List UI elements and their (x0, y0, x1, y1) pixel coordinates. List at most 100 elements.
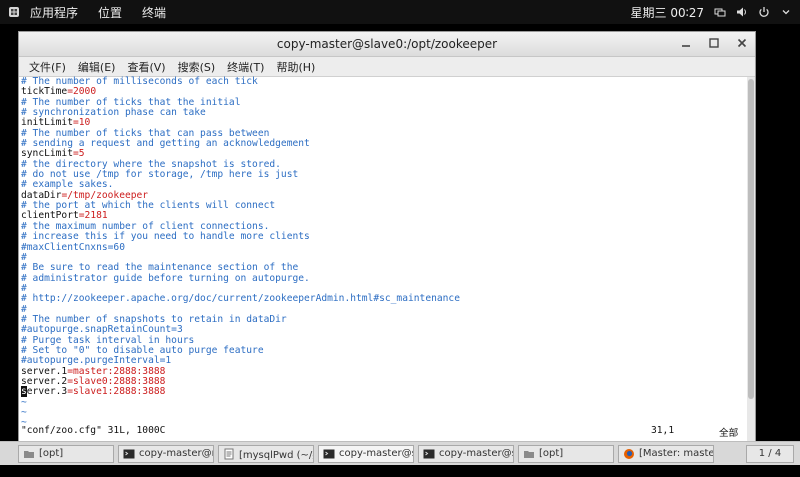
terminal-line: ~ (21, 407, 755, 418)
terminal-text: server.1 (21, 365, 68, 377)
terminal-text: # The number of milliseconds of each tic… (21, 76, 258, 87)
taskbar-window-button[interactable]: [Master: master - M… (618, 444, 714, 463)
terminal-text: # (21, 303, 27, 315)
chevron-down-icon[interactable] (780, 6, 792, 18)
text-editor-icon (223, 448, 235, 460)
workspace-pager[interactable]: 1 / 4 (746, 444, 794, 463)
terminal-window: copy-master@slave0:/opt/zookeeper 文件(F) … (18, 31, 756, 443)
folder-icon (523, 448, 535, 460)
menu-file[interactable]: 文件(F) (23, 59, 72, 75)
maximize-button[interactable] (707, 36, 721, 50)
taskbar-window-label: copy-master@mast… (139, 448, 213, 459)
terminal-text: =slave1:2888:3888 (67, 386, 166, 398)
terminal-text: clientPort (21, 210, 79, 222)
taskbar-window-label: copy-master@slave… (439, 448, 513, 459)
status-scroll-position: 全部 (719, 428, 739, 439)
volume-icon[interactable] (736, 6, 748, 18)
empty-line-marker: ~ (21, 407, 27, 418)
status-file-info: "conf/zoo.cfg" 31L, 1000C (21, 425, 166, 436)
terminal-text: # the maximum number of client connectio… (21, 220, 270, 232)
menu-search[interactable]: 搜索(S) (172, 59, 222, 75)
terminal-text: =2000 (67, 86, 97, 98)
terminal-text: # (21, 251, 27, 263)
terminal-text: =5 (72, 148, 85, 160)
folder-icon (23, 448, 35, 460)
terminal-text: # example sakes. (21, 179, 114, 191)
terminal-text: =/tmp/zookeeper (61, 189, 149, 201)
terminal-text: initLimit (21, 117, 73, 129)
vim-status-line: "conf/zoo.cfg" 31L, 1000C 31,1 全部 (21, 425, 749, 439)
terminal-menu[interactable]: 终端 (132, 4, 176, 21)
minimize-icon (682, 45, 690, 47)
terminal-text: # The number of ticks that the initial (21, 96, 241, 108)
taskbar-window-button[interactable]: [opt] (518, 444, 614, 463)
power-icon[interactable] (758, 6, 770, 18)
taskbar-window-button[interactable]: copy-master@slave… (418, 444, 514, 463)
terminal-text: # The number of ticks that can pass betw… (21, 127, 270, 139)
terminal-text: # sending a request and getting an ackno… (21, 138, 310, 150)
close-button[interactable] (735, 36, 749, 50)
empty-line-marker: ~ (21, 396, 27, 408)
terminal-line: # do not use /tmp for storage, /tmp here… (21, 169, 755, 180)
terminal-line: # the port at which the clients will con… (21, 200, 755, 212)
terminal-text: =slave0:2888:3888 (67, 375, 166, 387)
status-cursor-position: 31,1 (651, 425, 675, 436)
terminal-line: # increase this if you need to handle mo… (21, 231, 755, 243)
menu-edit[interactable]: 编辑(E) (72, 59, 122, 75)
taskbar-window-label: copy-master@slave… (339, 448, 413, 459)
minimize-button[interactable] (679, 36, 693, 50)
taskbar-window-label: [mysqlPwd (~/桌面) (239, 450, 313, 461)
terminal-icon (123, 448, 135, 460)
terminal-scrollbar[interactable] (747, 77, 755, 441)
firefox-icon (623, 448, 635, 460)
terminal-text: #autopurge.snapRetainCount=3 (21, 324, 183, 336)
taskbar-window-label: [opt] (539, 448, 564, 459)
terminal-line: # http://zookeeper.apache.org/doc/curren… (21, 294, 755, 304)
network-icon[interactable] (714, 6, 726, 18)
terminal-text: # http://zookeeper.apache.org/doc/curren… (21, 293, 460, 305)
taskbar-window-button[interactable]: [mysqlPwd (~/桌面) (218, 444, 314, 463)
terminal-line: # synchronization phase can take (21, 107, 755, 119)
places-menu[interactable]: 位置 (88, 4, 132, 21)
clock[interactable]: 星期三 00∶27 (631, 4, 704, 21)
terminal-text: server.2 (21, 375, 68, 387)
taskbar-window-button[interactable]: copy-master@mast… (118, 444, 214, 463)
window-title: copy-master@slave0:/opt/zookeeper (276, 37, 498, 51)
terminal-text: =2181 (78, 210, 108, 222)
terminal-text: #autopurge.purgeInterval=1 (21, 355, 172, 367)
top-panel: 应用程序 位置 终端 星期三 00∶27 (0, 0, 800, 24)
terminal-text: # Set to "0" to disable auto purge featu… (21, 344, 264, 356)
menu-view[interactable]: 查看(V) (121, 59, 171, 75)
terminal-text: tickTime (21, 86, 68, 98)
terminal-text: # increase this if you need to handle mo… (21, 231, 310, 243)
workspace-indicator: 1 / 4 (758, 448, 782, 459)
applications-menu[interactable]: 应用程序 (8, 4, 88, 21)
terminal-text: # the port at which the clients will con… (21, 200, 276, 212)
scrollbar-thumb[interactable] (748, 79, 754, 399)
menu-terminal[interactable]: 终端(T) (221, 59, 270, 75)
terminal-line: ~ (21, 396, 755, 408)
terminal-text: =10 (72, 117, 91, 129)
applications-icon (9, 7, 19, 17)
taskbar-window-button[interactable]: [opt] (18, 444, 114, 463)
terminal-icon (423, 448, 435, 460)
terminal-line: # The number of milliseconds of each tic… (21, 76, 755, 87)
terminal-text: # Purge task interval in hours (21, 334, 195, 346)
menubar: 文件(F) 编辑(E) 查看(V) 搜索(S) 终端(T) 帮助(H) (19, 57, 755, 77)
terminal-content[interactable]: # The number of milliseconds of each tic… (19, 76, 755, 441)
terminal-text: syncLimit (21, 148, 73, 160)
taskbar-window-label: [Master: master - M… (639, 448, 714, 459)
terminal-line: #maxClientCnxns=60 (21, 242, 755, 253)
terminal-text: # Be sure to read the maintenance sectio… (21, 262, 299, 274)
close-icon (737, 38, 747, 48)
terminal-icon (323, 448, 335, 460)
terminal-text: =master:2888:3888 (67, 365, 166, 377)
terminal-line: server.3=slave1:2888:3888 (21, 386, 755, 398)
menu-help[interactable]: 帮助(H) (270, 59, 321, 75)
terminal-text: # synchronization phase can take (21, 107, 206, 119)
terminal-text: # The number of snapshots to retain in d… (21, 313, 287, 325)
terminal-text: # (21, 282, 27, 294)
window-titlebar[interactable]: copy-master@slave0:/opt/zookeeper (19, 32, 755, 57)
taskbar-window-button[interactable]: copy-master@slave… (318, 444, 414, 463)
terminal-text: dataDir (21, 189, 62, 201)
